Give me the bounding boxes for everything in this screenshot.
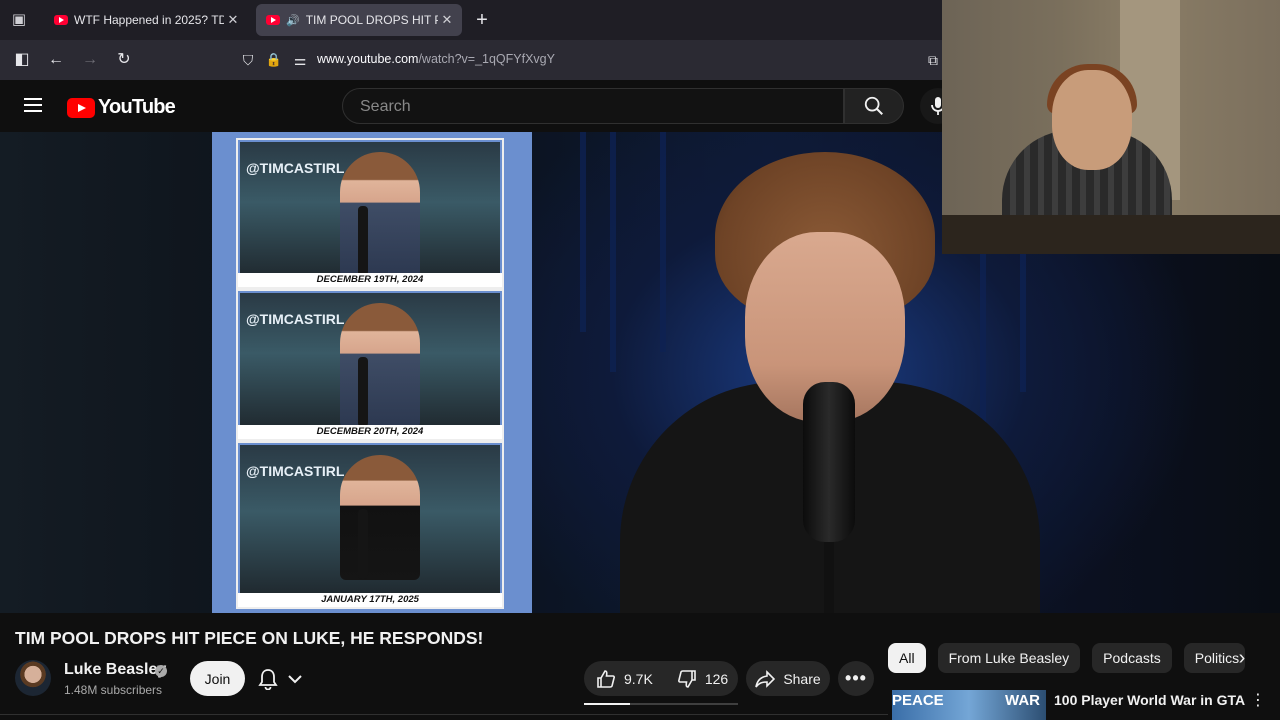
like-button[interactable]: 9.7K	[584, 661, 665, 696]
collage-panel: @TIMCASTIRL JANUARY 17TH, 2025	[236, 441, 504, 609]
chip-podcasts[interactable]: Podcasts	[1092, 643, 1172, 673]
collage-screenshot: @TIMCASTIRL	[240, 293, 500, 427]
forward-icon[interactable]: →	[79, 50, 101, 70]
thumbs-up-icon	[597, 669, 615, 688]
like-ratio-bar	[584, 703, 738, 705]
more-actions-button[interactable]: •••	[838, 661, 874, 696]
close-tab-icon[interactable]: ✕	[438, 12, 456, 28]
more-vert-icon[interactable]: ⋮	[1250, 690, 1266, 714]
like-ratio-fill	[584, 703, 631, 705]
lock-icon[interactable]: 🔒	[263, 50, 285, 70]
recommendation-thumbnail[interactable]: PEACE WAR	[892, 690, 1046, 720]
chevron-down-icon	[288, 675, 302, 684]
thumb-text-left: PEACE	[892, 692, 944, 709]
reload-icon[interactable]: ↻	[113, 50, 135, 70]
thumbs-down-icon	[677, 669, 696, 688]
microphone-icon	[358, 206, 368, 276]
guest-figure	[340, 152, 420, 276]
recommendation-title[interactable]: 100 Player World War in GTA	[1054, 692, 1245, 708]
like-dislike-group: 9.7K 126	[584, 661, 738, 696]
bell-icon	[258, 669, 278, 690]
thumb-text-right: WAR	[1005, 692, 1040, 709]
shield-icon[interactable]: ⛉	[237, 50, 259, 70]
youtube-play-icon	[67, 97, 95, 118]
streamer-face	[1052, 70, 1132, 170]
search-icon	[864, 96, 883, 115]
timcast-collage: @TIMCASTIRL DECEMBER 19TH, 2024 @TIMCAST…	[212, 132, 532, 613]
studio-microphone	[803, 382, 855, 542]
search-button[interactable]	[844, 88, 904, 124]
share-button[interactable]: Share	[746, 661, 830, 696]
filter-chips: All From Luke Beasley Podcasts Politics	[888, 643, 1246, 673]
verified-icon: ✓	[155, 665, 167, 677]
collage-date: DECEMBER 19TH, 2024	[238, 273, 502, 287]
close-tab-icon[interactable]: ✕	[224, 12, 242, 28]
microphone-icon	[358, 509, 368, 579]
collage-logo-text: @TIMCASTIRL	[246, 463, 345, 479]
sidebar-icon[interactable]: ◧	[11, 50, 33, 70]
collage-screenshot: @TIMCASTIRL	[240, 142, 500, 276]
collage-date: JANUARY 17TH, 2025	[238, 593, 502, 607]
like-count: 9.7K	[624, 670, 653, 687]
menu-icon[interactable]	[24, 98, 42, 112]
guest-figure	[340, 303, 420, 427]
tab-tim-pool[interactable]: 🔊 TIM POOL DROPS HIT PIECE ✕	[256, 4, 462, 36]
subscriber-count: 1.48M subscribers	[64, 683, 163, 697]
guest-figure	[340, 455, 420, 580]
permissions-icon[interactable]: ⚌	[289, 50, 311, 70]
tab-wtf-happened[interactable]: WTF Happened in 2025? TDS H ✕	[44, 4, 248, 36]
pip-icon[interactable]: ⧉	[922, 50, 944, 70]
notification-button[interactable]	[258, 664, 324, 694]
collage-panel: @TIMCASTIRL DECEMBER 20TH, 2024	[236, 289, 504, 441]
channel-avatar[interactable]	[15, 660, 51, 696]
collage-panel: @TIMCASTIRL DECEMBER 19TH, 2024	[236, 138, 504, 289]
youtube-logo[interactable]: YouTube	[67, 96, 176, 119]
microphone-icon	[358, 357, 368, 427]
back-icon[interactable]: ←	[45, 50, 67, 70]
speaker-icon[interactable]: 🔊	[286, 14, 300, 27]
dislike-button[interactable]: 126	[665, 661, 740, 696]
streamer-desk	[942, 215, 1280, 254]
divider	[0, 714, 888, 715]
share-label: Share	[783, 670, 821, 687]
collage-date: DECEMBER 20TH, 2024	[238, 425, 502, 439]
chevron-right-icon[interactable]: ›	[1230, 646, 1254, 670]
collage-logo-text: @TIMCASTIRL	[246, 311, 345, 327]
youtube-favicon-icon	[54, 15, 68, 25]
tab-list-icon[interactable]: ▣	[8, 10, 30, 30]
dislike-count: 126	[704, 670, 729, 687]
collage-screenshot: @TIMCASTIRL	[240, 445, 500, 593]
share-icon	[755, 669, 776, 688]
video-title: TIM POOL DROPS HIT PIECE ON LUKE, HE RES…	[15, 628, 484, 648]
url-path: /watch?v=_1qQFYfXvgY	[418, 52, 555, 66]
logo-text: YouTube	[98, 96, 176, 118]
new-tab-icon[interactable]: +	[472, 9, 492, 31]
url-bar[interactable]: www.youtube.com/watch?v=_1qQFYfXvgY	[317, 52, 555, 66]
bookshelf	[610, 132, 616, 372]
mic-arm	[824, 542, 834, 613]
search-box	[342, 88, 844, 124]
collage-logo-text: @TIMCASTIRL	[246, 160, 345, 176]
channel-name[interactable]: Luke Beasley	[64, 661, 166, 679]
chip-from-luke-beasley[interactable]: From Luke Beasley	[937, 643, 1081, 673]
tab-title: TIM POOL DROPS HIT PIECE	[305, 13, 438, 27]
webcam-overlay	[942, 0, 1280, 254]
search-input[interactable]	[358, 97, 802, 117]
chip-all[interactable]: All	[888, 643, 926, 673]
tab-title: WTF Happened in 2025? TDS H	[74, 13, 224, 27]
youtube-favicon-icon	[266, 15, 280, 25]
join-button[interactable]: Join	[190, 661, 245, 696]
bookshelf	[580, 132, 586, 332]
url-host: www.youtube.com	[317, 52, 419, 66]
